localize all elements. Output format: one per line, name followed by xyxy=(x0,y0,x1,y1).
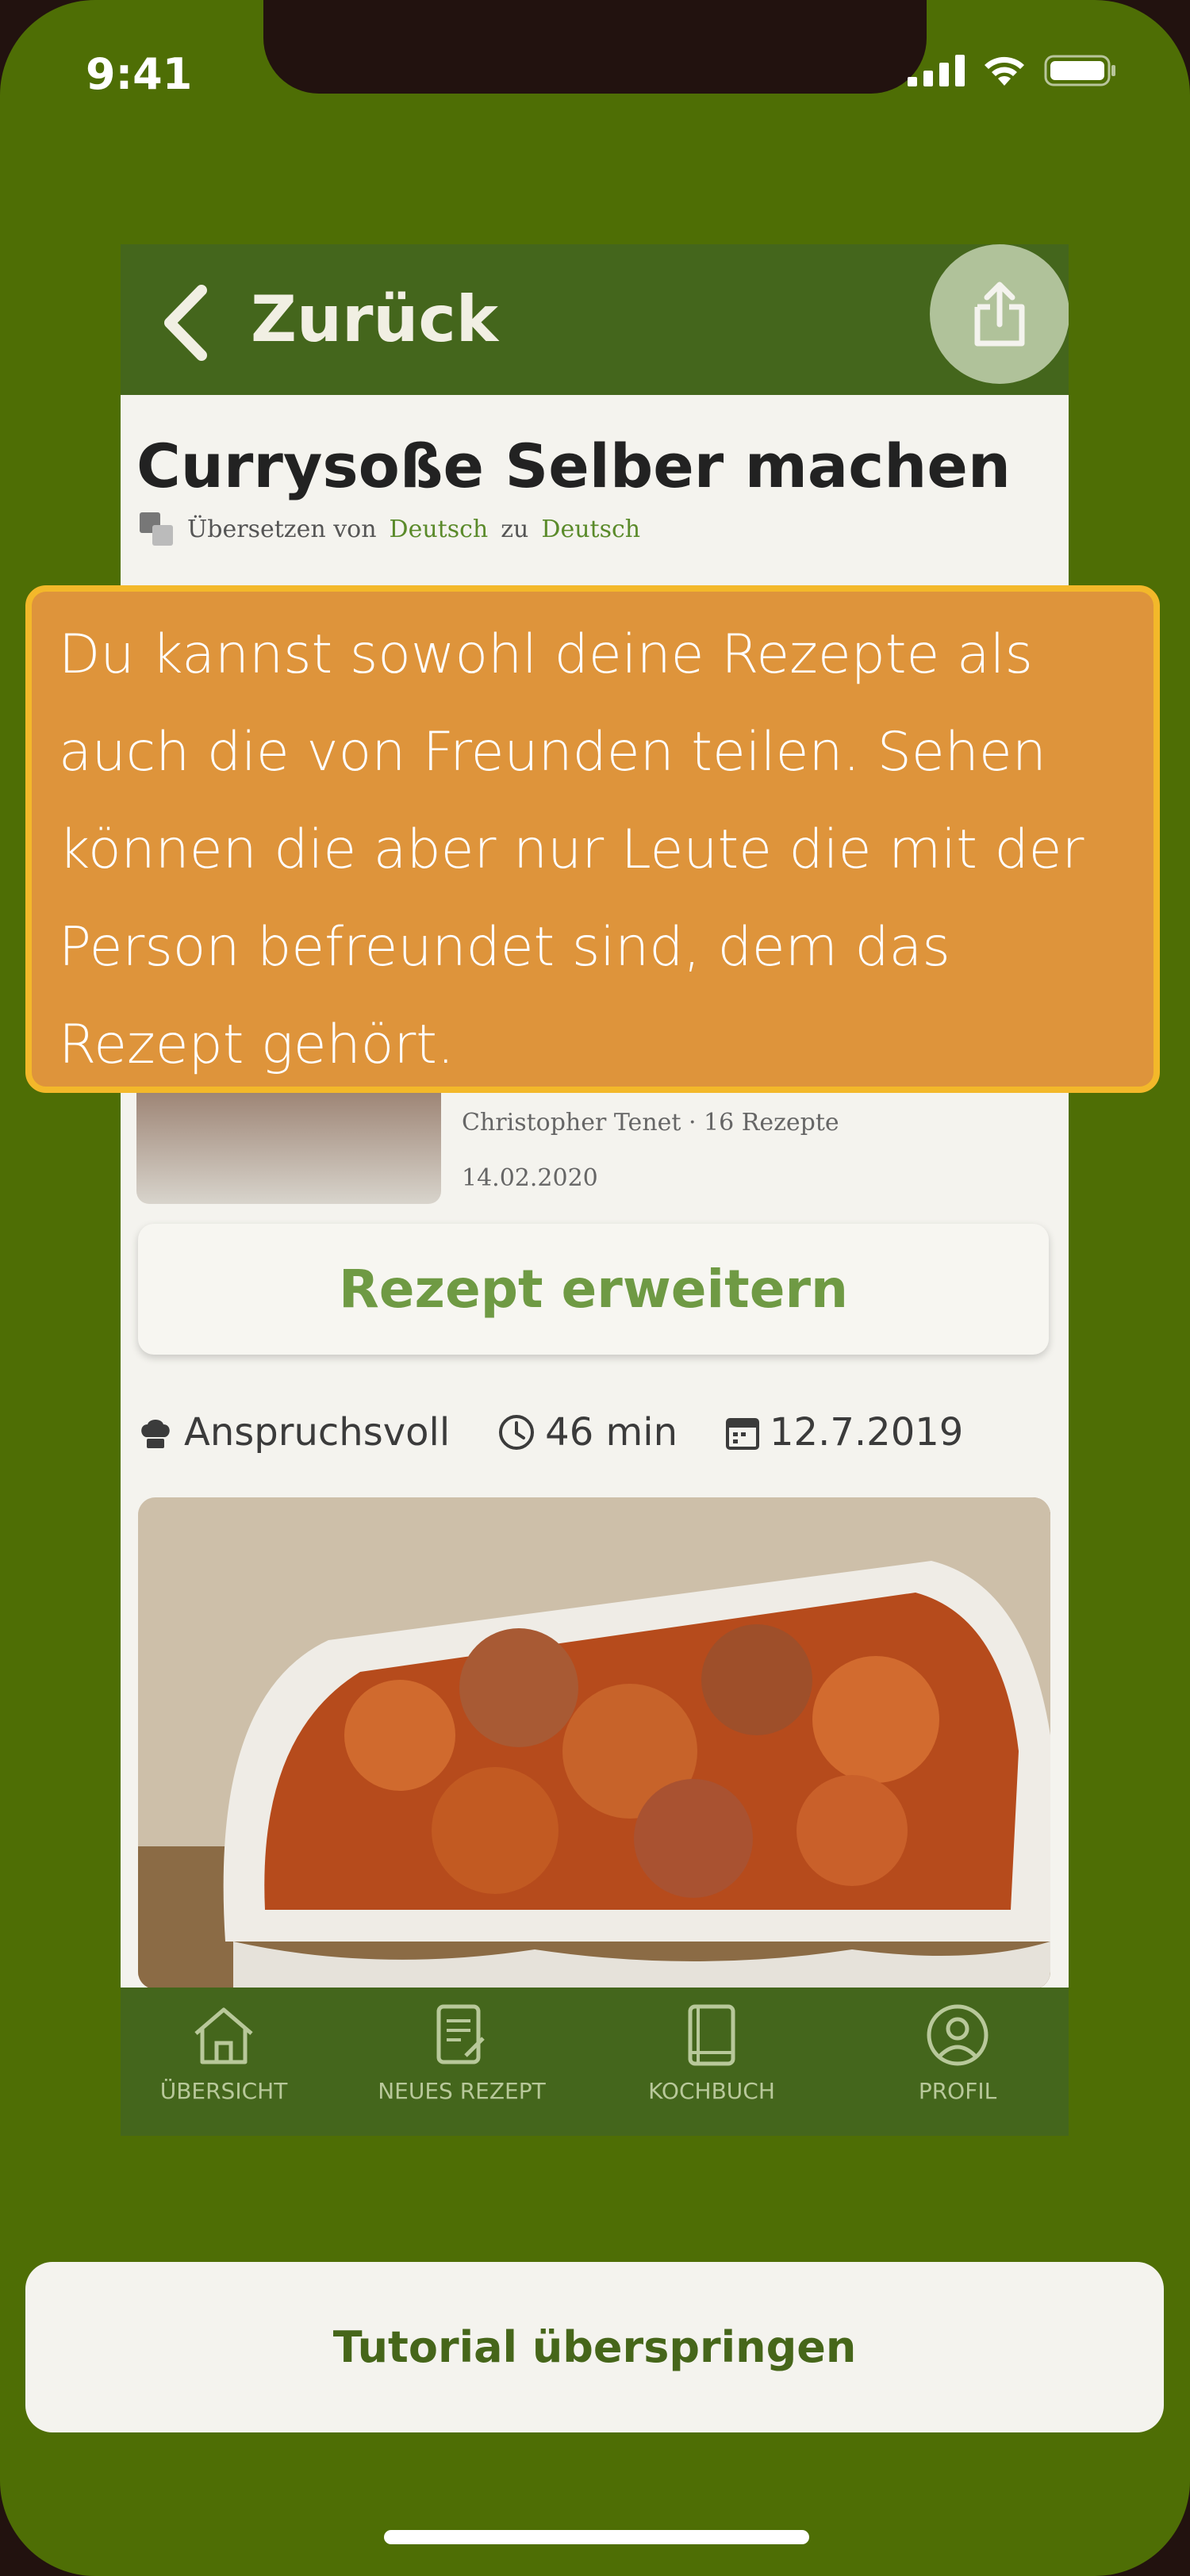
status-icons xyxy=(908,54,1117,87)
duration-label: 46 min xyxy=(545,1410,678,1455)
profile-icon xyxy=(927,2004,988,2066)
signal-icon xyxy=(908,55,965,86)
extend-recipe-button[interactable]: Rezept erweitern xyxy=(138,1224,1049,1355)
difficulty-meta: Anspruchsvoll xyxy=(136,1410,450,1455)
wifi-icon xyxy=(985,56,1024,86)
app-preview: Zurück Currysoße Selber machen Übersetze… xyxy=(121,244,1069,2136)
tutorial-text: Du kannst sowohl deine Rezepte als auch … xyxy=(59,623,1084,1076)
tab-cookbook[interactable]: KOCHBUCH xyxy=(612,2003,811,2104)
recipe-photo xyxy=(138,1497,1050,1989)
translate-icon xyxy=(140,512,173,546)
clock-icon xyxy=(499,1415,535,1450)
device-notch xyxy=(263,0,927,94)
home-indicator[interactable] xyxy=(384,2530,809,2544)
tutorial-tooltip: Du kannst sowohl deine Rezepte als auch … xyxy=(25,585,1160,1093)
cookbook-icon xyxy=(688,2004,735,2066)
calendar-icon xyxy=(726,1418,760,1450)
share-button[interactable] xyxy=(930,244,1069,384)
tab-profile-label: PROFIL xyxy=(918,2078,997,2104)
tab-overview-label: ÜBERSICHT xyxy=(159,2078,288,2104)
translation-to[interactable]: Deutsch xyxy=(541,516,640,543)
recipe-title: Currysoße Selber machen xyxy=(136,431,1011,501)
created-date-label: 12.7.2019 xyxy=(770,1410,964,1455)
tab-new-recipe-label: NEUES REZEPT xyxy=(378,2078,546,2104)
author-recipe-thumbnail xyxy=(136,1085,441,1204)
back-button[interactable]: Zurück xyxy=(251,282,498,356)
tab-cookbook-label: KOCHBUCH xyxy=(648,2078,775,2104)
phone-screen: 9:41 Zurück Currysoße Selber machen Über… xyxy=(0,0,1190,2576)
tab-overview[interactable]: ÜBERSICHT xyxy=(125,2003,323,2104)
app-header: Zurück xyxy=(121,244,1069,395)
chef-hat-icon xyxy=(141,1420,170,1448)
new-recipe-icon xyxy=(436,2004,485,2064)
translation-prefix: Übersetzen von xyxy=(187,515,377,543)
app-tab-bar: ÜBERSICHT NEUES REZEPT KOCHBUCH PROFIL xyxy=(121,1988,1069,2136)
skip-tutorial-button[interactable]: Tutorial überspringen xyxy=(25,2262,1164,2432)
duration-meta: 46 min xyxy=(497,1410,678,1455)
difficulty-label: Anspruchsvoll xyxy=(184,1410,451,1455)
translation-from[interactable]: Deutsch xyxy=(390,516,489,543)
chevron-left-icon[interactable] xyxy=(155,279,219,366)
currywurst-illustration xyxy=(138,1497,1050,1989)
share-icon xyxy=(974,282,1025,347)
translation-joiner: zu xyxy=(501,515,529,543)
author-date: 14.02.2020 xyxy=(462,1164,598,1192)
translation-row: Übersetzen von Deutsch zu Deutsch xyxy=(138,511,640,547)
tab-profile[interactable]: PROFIL xyxy=(858,2003,1057,2104)
tab-new-recipe[interactable]: NEUES REZEPT xyxy=(363,2003,561,2104)
recipe-meta: Anspruchsvoll 46 min 12.7.2019 xyxy=(136,1410,1011,1455)
date-meta: 12.7.2019 xyxy=(725,1410,963,1455)
status-time: 9:41 xyxy=(86,49,193,99)
battery-icon xyxy=(1044,55,1115,86)
home-icon xyxy=(194,2007,253,2064)
author-name: Christopher Tenet · 16 Rezepte xyxy=(462,1109,839,1137)
